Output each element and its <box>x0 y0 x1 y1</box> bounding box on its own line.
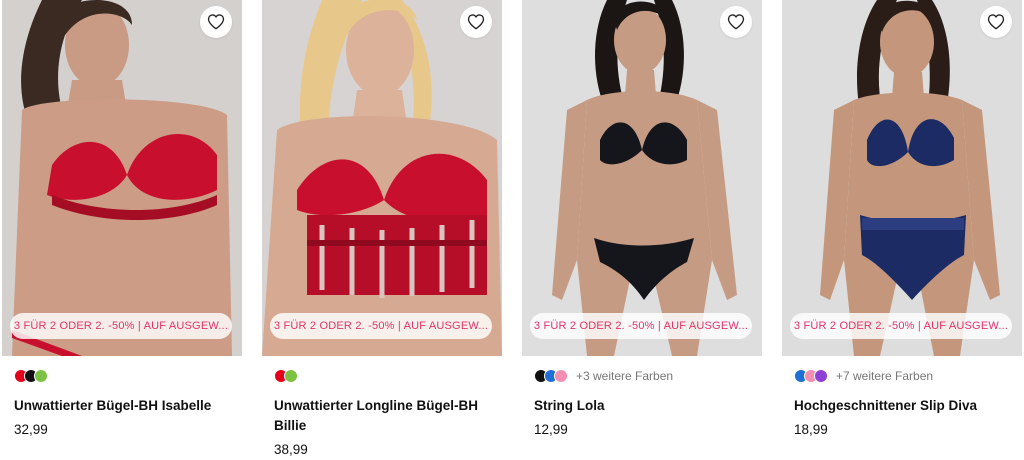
promo-badge[interactable]: 3 FÜR 2 ODER 2. -50% | AUF AUSGEW... <box>790 313 1012 339</box>
product-title[interactable]: Hochgeschnittener Slip Diva <box>794 396 1016 416</box>
promo-badge[interactable]: 3 FÜR 2 ODER 2. -50% | AUF AUSGEW... <box>10 313 232 339</box>
swatch-purple[interactable] <box>814 369 828 383</box>
model-photo-black-set <box>522 0 762 356</box>
color-swatches <box>14 369 48 383</box>
product-image[interactable] <box>782 0 1022 356</box>
product-price: 12,99 <box>534 422 568 437</box>
swatch-pink[interactable] <box>554 369 568 383</box>
wishlist-button[interactable] <box>200 6 232 38</box>
promo-badge[interactable]: 3 FÜR 2 ODER 2. -50% | AUF AUSGEW... <box>530 313 752 339</box>
product-image[interactable] <box>262 0 502 356</box>
model-photo-red-bra <box>2 0 242 356</box>
wishlist-button[interactable] <box>460 6 492 38</box>
product-price: 32,99 <box>14 422 48 437</box>
product-price: 38,99 <box>274 442 308 457</box>
color-swatches: +7 weitere Farben <box>794 369 933 383</box>
product-image[interactable] <box>522 0 762 356</box>
product-image[interactable] <box>2 0 242 356</box>
heart-outline-icon <box>207 14 225 30</box>
more-colors-link[interactable]: +3 weitere Farben <box>576 369 673 383</box>
wishlist-button[interactable] <box>720 6 752 38</box>
model-photo-navy-set <box>782 0 1022 356</box>
model-photo-red-longline-bra <box>262 0 502 356</box>
product-title[interactable]: Unwattierter Bügel-BH Isabelle <box>14 396 236 416</box>
more-colors-link[interactable]: +7 weitere Farben <box>836 369 933 383</box>
swatch-green[interactable] <box>284 369 298 383</box>
product-price: 18,99 <box>794 422 828 437</box>
color-swatches <box>274 369 298 383</box>
product-card[interactable]: 3 FÜR 2 ODER 2. -50% | AUF AUSGEW... +7 … <box>782 0 1022 460</box>
product-title[interactable]: String Lola <box>534 396 756 416</box>
heart-outline-icon <box>727 14 745 30</box>
product-title[interactable]: Unwattierter Longline Bügel-BH Billie <box>274 396 496 436</box>
heart-outline-icon <box>987 14 1005 30</box>
heart-outline-icon <box>467 14 485 30</box>
swatch-green[interactable] <box>34 369 48 383</box>
color-swatches: +3 weitere Farben <box>534 369 673 383</box>
product-card[interactable]: 3 FÜR 2 ODER 2. -50% | AUF AUSGEW... Unw… <box>262 0 502 460</box>
promo-badge[interactable]: 3 FÜR 2 ODER 2. -50% | AUF AUSGEW... <box>270 313 492 339</box>
wishlist-button[interactable] <box>980 6 1012 38</box>
product-card[interactable]: 3 FÜR 2 ODER 2. -50% | AUF AUSGEW... +3 … <box>522 0 762 460</box>
product-card[interactable]: 3 FÜR 2 ODER 2. -50% | AUF AUSGEW... Unw… <box>2 0 242 460</box>
